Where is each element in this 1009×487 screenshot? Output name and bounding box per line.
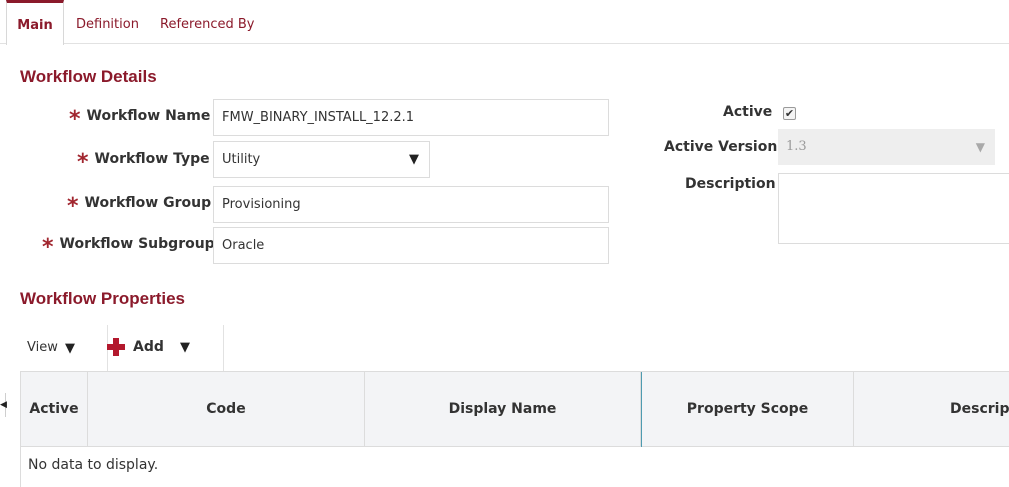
workflow-type-label-text: Workflow Type xyxy=(94,151,210,167)
triangle-down-icon[interactable]: ▼ xyxy=(180,340,190,355)
empty-table-message: No data to display. xyxy=(28,457,159,473)
properties-toolbar: View ▼ Add ▼ xyxy=(18,325,1008,371)
active-label: Active xyxy=(723,104,773,120)
workflow-type-label: * Workflow Type xyxy=(77,151,210,174)
triangle-down-icon: ▼ xyxy=(409,152,419,167)
add-button[interactable]: Add xyxy=(133,339,164,355)
required-marker: * xyxy=(67,194,79,219)
workflow-subgroup-input[interactable]: Oracle xyxy=(213,227,609,264)
workflow-group-label-text: Workflow Group xyxy=(84,195,212,211)
required-marker: * xyxy=(42,235,54,260)
active-version-select: 1.3 ▼ xyxy=(778,129,995,165)
workflow-group-label: * Workflow Group xyxy=(67,195,212,218)
tab-main[interactable]: Main xyxy=(6,0,64,45)
checkmark-icon: ✔ xyxy=(784,107,795,120)
toolbar-divider xyxy=(223,325,224,371)
tab-referenced-by[interactable]: Referenced By xyxy=(160,0,254,44)
column-header-display-name[interactable]: Display Name xyxy=(365,372,641,447)
workflow-subgroup-label-text: Workflow Subgroup xyxy=(59,236,215,252)
view-menu-label[interactable]: View xyxy=(27,340,58,355)
active-checkbox[interactable]: ✔ xyxy=(783,107,796,120)
workflow-details-title: Workflow Details xyxy=(20,67,157,86)
required-marker: * xyxy=(77,150,89,175)
table-header: Active Code Display Name Property Scope … xyxy=(21,371,1009,447)
triangle-left-icon[interactable]: ◀ xyxy=(0,400,7,410)
required-marker: * xyxy=(69,107,81,132)
workflow-group-input[interactable]: Provisioning xyxy=(213,186,609,223)
tab-bar: Main Definition Referenced By xyxy=(0,0,1009,45)
workflow-name-label: * Workflow Name xyxy=(69,108,211,131)
workflow-name-label-text: Workflow Name xyxy=(86,108,211,124)
active-version-label: Active Version xyxy=(664,139,778,155)
column-header-description[interactable]: Descripti xyxy=(854,372,1009,447)
description-textarea[interactable] xyxy=(778,173,1009,244)
plus-icon[interactable] xyxy=(107,338,125,356)
column-header-property-scope[interactable]: Property Scope xyxy=(641,372,854,447)
column-header-code[interactable]: Code xyxy=(88,372,365,447)
triangle-down-icon: ▼ xyxy=(975,140,985,154)
workflow-name-input[interactable]: FMW_BINARY_INSTALL_12.2.1 xyxy=(213,99,609,136)
triangle-down-icon[interactable]: ▼ xyxy=(65,341,75,356)
workflow-type-select[interactable]: Utility ▼ xyxy=(213,141,430,178)
properties-table: Active Code Display Name Property Scope … xyxy=(20,371,1009,487)
workflow-subgroup-label: * Workflow Subgroup xyxy=(42,236,215,259)
workflow-type-value: Utility xyxy=(222,152,261,167)
active-version-value: 1.3 xyxy=(786,139,807,154)
tab-definition[interactable]: Definition xyxy=(76,0,139,44)
description-label: Description xyxy=(685,176,776,192)
workflow-properties-title: Workflow Properties xyxy=(20,289,185,308)
column-header-active[interactable]: Active xyxy=(21,372,88,447)
